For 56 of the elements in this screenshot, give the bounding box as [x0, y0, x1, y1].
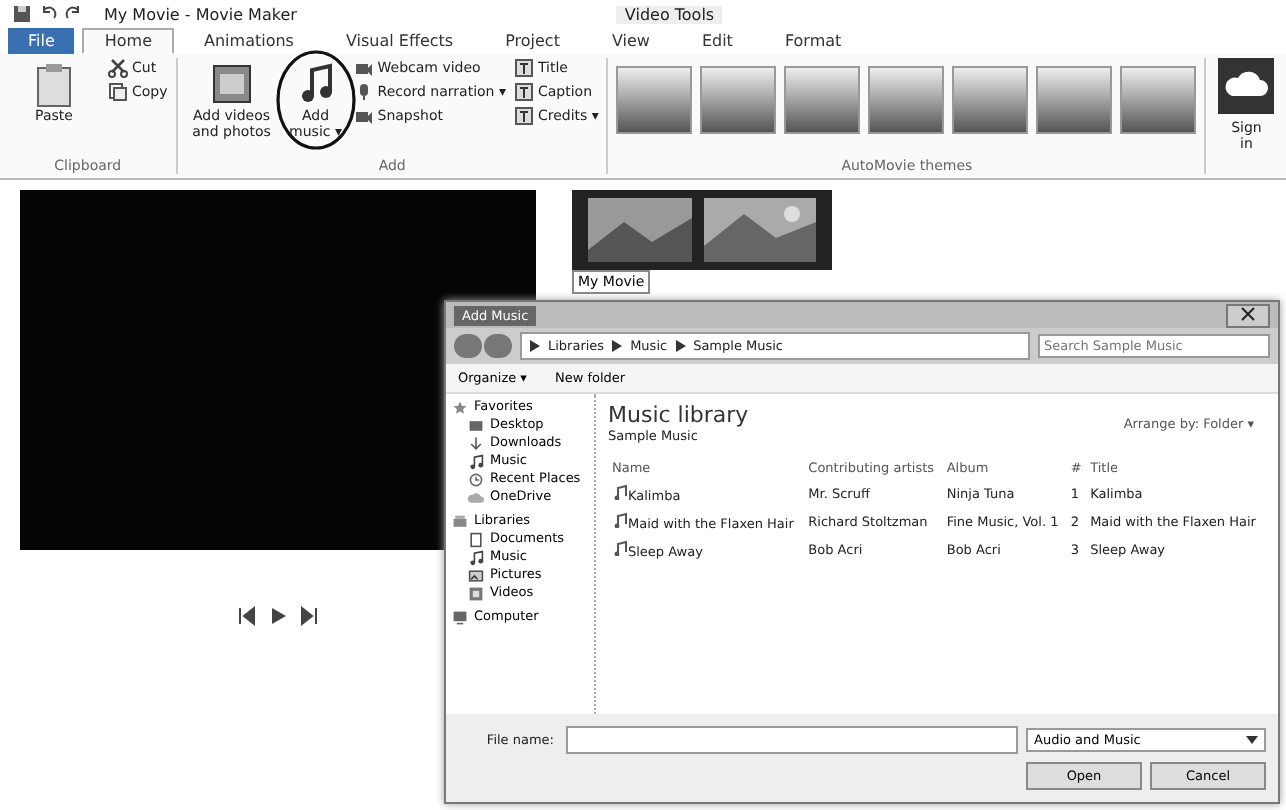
monitor-icon [468, 417, 484, 433]
close-icon [1240, 305, 1256, 321]
theme-thumbnail[interactable] [1120, 66, 1197, 134]
file-menu-button[interactable]: File [8, 28, 75, 54]
scissors-icon [108, 58, 128, 78]
camera-icon [353, 106, 374, 126]
theme-thumbnail[interactable] [784, 66, 861, 134]
ribbon-tab[interactable]: Project [483, 28, 582, 54]
next-frame-button[interactable] [300, 602, 320, 632]
file-name-field[interactable] [566, 726, 1018, 754]
undo-icon[interactable] [38, 4, 58, 24]
cloud-icon [1218, 58, 1275, 114]
document-icon [468, 531, 484, 547]
clock-icon [468, 471, 484, 487]
cloud-icon [468, 489, 484, 505]
theme-thumbnail[interactable] [952, 66, 1029, 134]
picture-icon [468, 567, 484, 583]
context-tab-label: Video Tools [616, 5, 723, 23]
theme-thumbnail[interactable] [868, 66, 945, 134]
star-icon [452, 399, 468, 415]
library-icon [452, 513, 468, 529]
text-icon [513, 106, 534, 126]
caret-icon [1246, 736, 1258, 744]
computer-icon [452, 609, 468, 625]
text-icon [513, 82, 534, 102]
text-icon [513, 58, 534, 78]
theme-thumbnail[interactable] [1036, 66, 1113, 134]
theme-thumbnail[interactable] [616, 66, 693, 134]
download-icon [468, 435, 484, 451]
music-note-icon [468, 549, 484, 565]
theme-thumbnail[interactable] [700, 66, 777, 134]
forward-button[interactable] [484, 334, 512, 358]
back-button[interactable] [454, 334, 482, 358]
ribbon-tab[interactable]: Visual Effects [323, 28, 476, 54]
audio-file-icon [612, 540, 628, 556]
camera-icon [353, 58, 374, 78]
save-icon[interactable] [12, 4, 32, 24]
previous-frame-button[interactable] [236, 602, 256, 632]
ribbon-tab[interactable]: Animations [182, 28, 316, 54]
breadcrumb-arrow-icon [675, 340, 686, 352]
library-title: Music library [608, 402, 749, 428]
ribbon-tab[interactable]: View [589, 28, 672, 54]
ribbon-tab[interactable]: Home [82, 28, 175, 54]
breadcrumb-arrow-icon [530, 340, 540, 352]
music-note-icon [468, 453, 484, 469]
redo-icon[interactable] [64, 4, 84, 24]
highlight-circle [275, 50, 356, 150]
clipboard-icon [32, 60, 76, 108]
close-button[interactable] [1226, 303, 1270, 327]
ribbon-tab[interactable]: Edit [679, 28, 755, 54]
audio-file-icon [612, 484, 628, 500]
audio-file-icon [612, 512, 628, 528]
ribbon-tab[interactable]: Format [762, 28, 864, 54]
copy-icon [108, 82, 128, 102]
breadcrumb-arrow-icon [612, 340, 623, 352]
window-title: My Movie - Movie Maker [104, 5, 297, 23]
